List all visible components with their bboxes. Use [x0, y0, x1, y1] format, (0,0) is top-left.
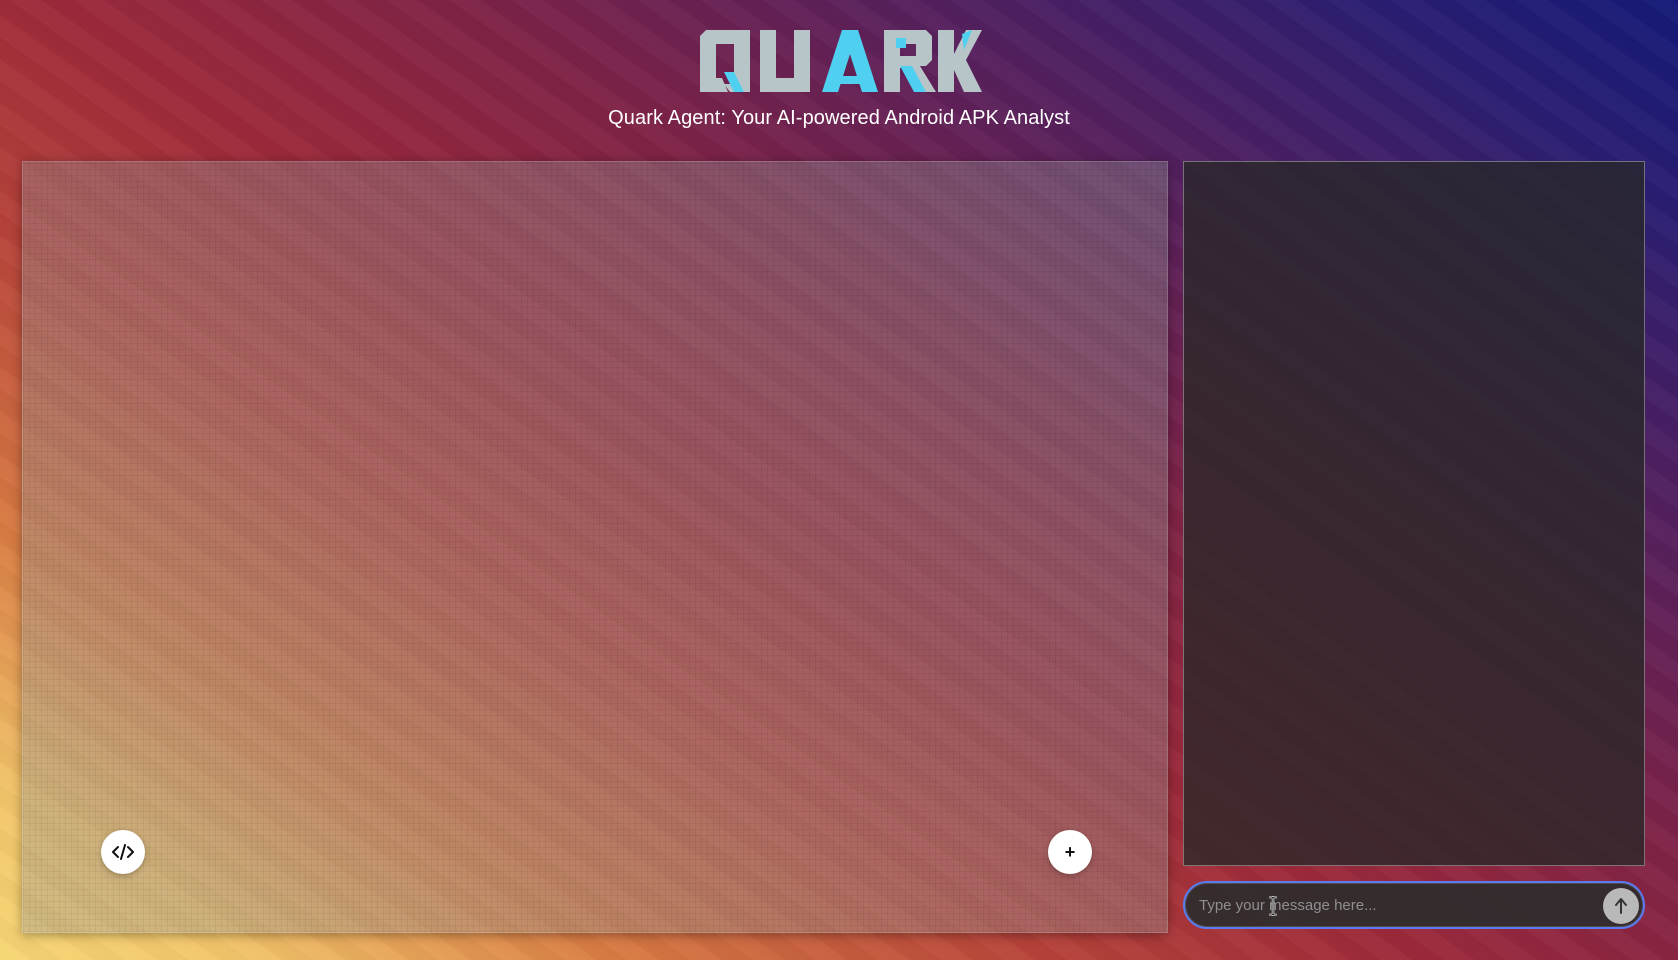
code-icon: [112, 844, 134, 860]
page-subtitle: Quark Agent: Your AI-powered Android APK…: [608, 107, 1070, 129]
chat-message-input[interactable]: [1195, 883, 1583, 927]
chat-input-container: [1183, 881, 1645, 929]
send-message-button[interactable]: [1603, 888, 1639, 924]
add-node-button[interactable]: +: [1048, 830, 1092, 874]
quark-logo: [700, 30, 982, 92]
code-view-button[interactable]: [101, 830, 145, 874]
header: Quark Agent: Your AI-powered Android APK…: [0, 0, 1678, 150]
graph-canvas[interactable]: +: [22, 161, 1168, 933]
arrow-up-icon: [1615, 898, 1627, 914]
add-button-label: +: [1064, 842, 1076, 862]
chat-message-panel: [1183, 161, 1645, 866]
text-cursor-icon: [1269, 896, 1277, 916]
